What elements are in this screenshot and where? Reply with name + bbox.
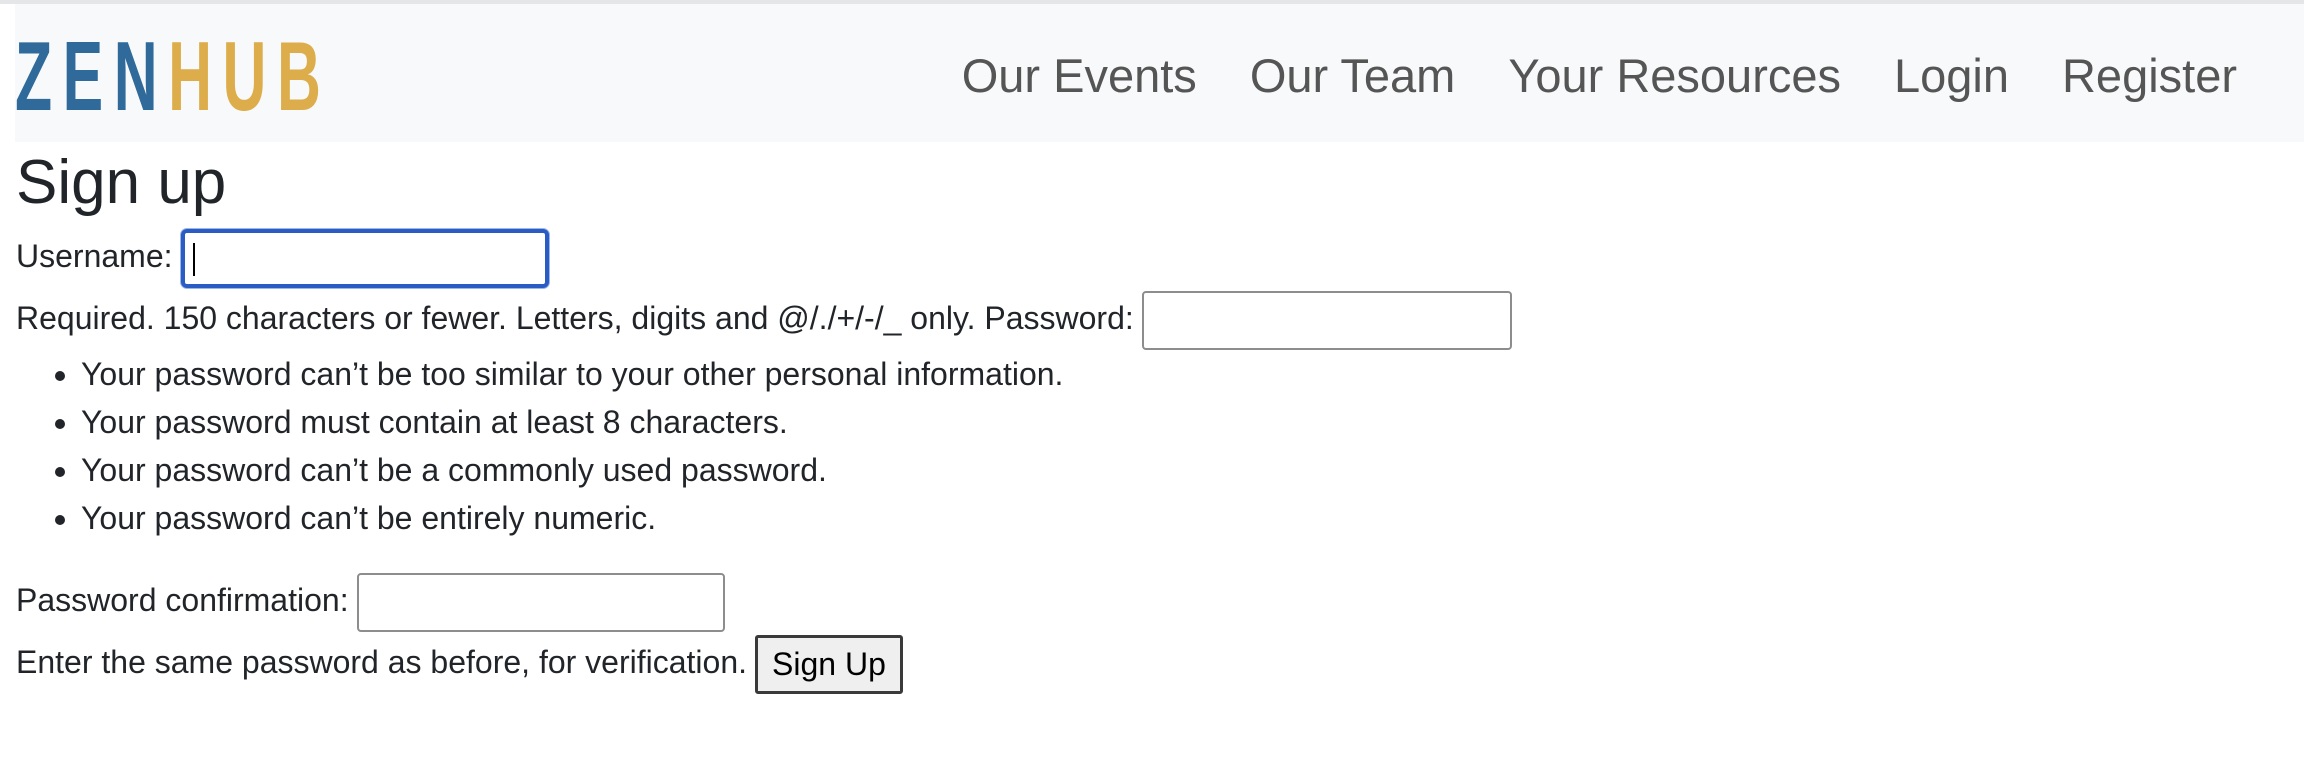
signup-content: Sign up Username: Required. 150 characte… (16, 142, 2296, 695)
password-rule: Your password can’t be a commonly used p… (81, 446, 2296, 494)
brand-logo[interactable]: ZENHUB (15, 27, 331, 125)
password-input[interactable] (1141, 291, 1512, 351)
page-title: Sign up (16, 148, 227, 217)
password-confirmation-input[interactable] (356, 573, 725, 633)
navbar: ZENHUB Our Events Our Team Your Resource… (15, 4, 2304, 142)
nav-link-our-team[interactable]: Our Team (1250, 44, 1456, 108)
nav-link-register[interactable]: Register (2062, 44, 2237, 108)
password-rule: Your password can’t be entirely numeric. (81, 494, 2296, 542)
confirm-row: Password confirmation: (16, 570, 2296, 633)
username-input[interactable] (180, 229, 549, 289)
username-row: Username: (16, 226, 2296, 289)
username-label: Username: (16, 238, 173, 274)
sign-up-button[interactable]: Sign Up (755, 635, 903, 695)
username-help-text: Required. 150 characters or fewer. Lette… (16, 300, 976, 337)
nav-link-our-events[interactable]: Our Events (962, 44, 1197, 108)
nav-links: Our Events Our Team Your Resources Login… (909, 44, 2237, 108)
brand-logo-zen: ZEN (15, 21, 169, 131)
brand-logo-hub: HUB (168, 21, 332, 131)
password-rule: Your password can’t be too similar to yo… (81, 350, 2296, 398)
nav-link-login[interactable]: Login (1894, 44, 2009, 108)
submit-row: Enter the same password as before, for v… (16, 632, 2296, 695)
password-row: Required. 150 characters or fewer. Lette… (16, 288, 2296, 351)
confirm-label: Password confirmation: (16, 582, 349, 619)
text-caret (192, 243, 195, 277)
password-rules-list: Your password can’t be too similar to yo… (16, 350, 2296, 542)
password-rule: Your password must contain at least 8 ch… (81, 398, 2296, 446)
nav-link-your-resources[interactable]: Your Resources (1508, 44, 1841, 108)
password-label: Password: (984, 300, 1134, 337)
signup-form: Username: Required. 150 characters or fe… (16, 226, 2296, 695)
confirm-help-text: Enter the same password as before, for v… (16, 644, 748, 681)
